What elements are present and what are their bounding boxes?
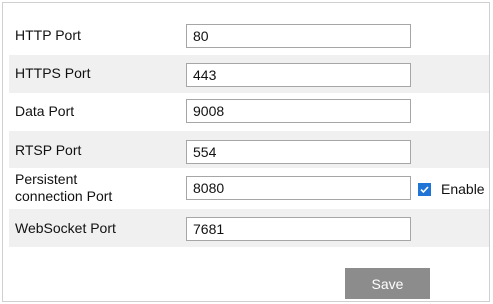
data-port-input[interactable] <box>186 99 411 123</box>
persistent-connection-port-label: Persistent connection Port <box>15 171 112 205</box>
row-https-port: HTTPS Port <box>9 55 489 93</box>
row-data-port: Data Port <box>9 93 489 131</box>
data-port-label: Data Port <box>15 103 75 119</box>
persistent-label-line1: Persistent <box>15 171 78 187</box>
https-port-label: HTTPS Port <box>15 65 91 81</box>
save-button[interactable]: Save <box>345 268 430 299</box>
http-port-label: HTTP Port <box>15 27 81 43</box>
websocket-port-label: WebSocket Port <box>15 220 116 236</box>
rtsp-port-label: RTSP Port <box>15 142 82 158</box>
row-persistent-connection-port: Persistent connection Port Enable <box>9 168 489 209</box>
persistent-label-line2: connection Port <box>15 188 113 204</box>
https-port-input[interactable] <box>186 63 411 87</box>
websocket-port-input[interactable] <box>186 217 411 241</box>
enable-checkbox[interactable] <box>418 182 431 196</box>
persistent-connection-port-input[interactable] <box>186 176 411 200</box>
enable-checkbox-toggle[interactable]: Enable <box>418 181 485 197</box>
enable-label: Enable <box>441 181 485 197</box>
rtsp-port-input[interactable] <box>186 140 411 164</box>
checkmark-icon <box>420 185 429 193</box>
port-settings-panel: HTTP Port HTTPS Port Data Port RTSP Port… <box>2 2 490 302</box>
row-http-port: HTTP Port <box>9 15 489 55</box>
row-rtsp-port: RTSP Port <box>9 131 489 168</box>
row-websocket-port: WebSocket Port <box>9 209 489 247</box>
http-port-input[interactable] <box>186 24 411 48</box>
